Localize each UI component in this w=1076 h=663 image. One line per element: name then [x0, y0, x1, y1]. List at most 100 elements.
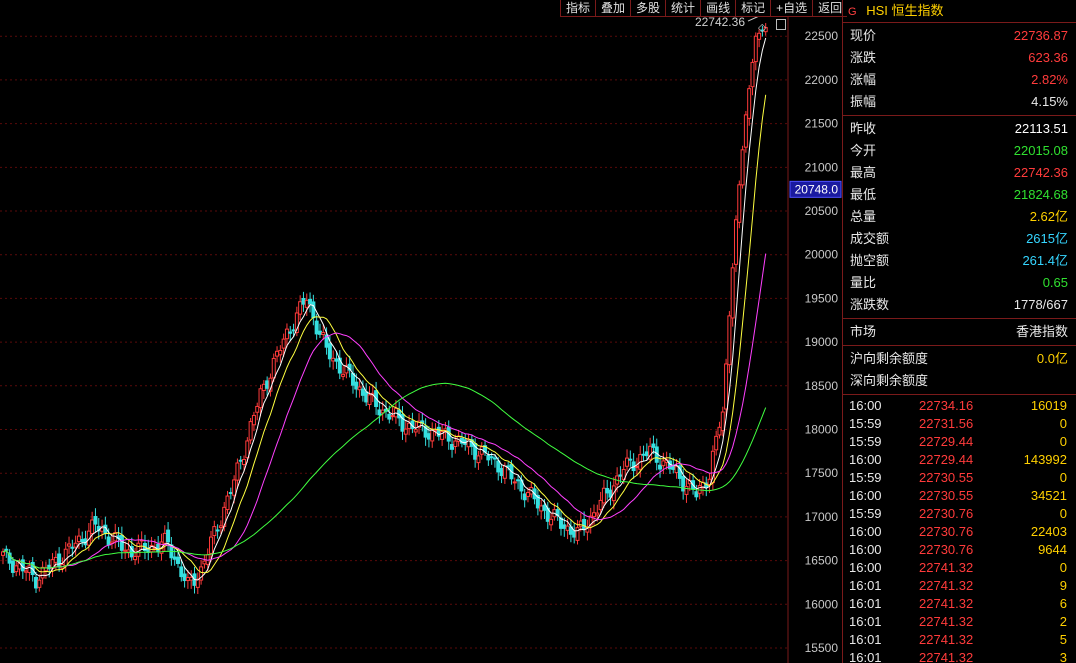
tick-price: 22730.55 [919, 488, 974, 503]
mark-button[interactable]: 标记 [735, 0, 771, 17]
quote-label: 现价 [850, 28, 877, 43]
quote-value: 623.36 [1028, 50, 1068, 65]
tick-price: 22741.32 [919, 614, 974, 629]
overlay-button[interactable]: 叠加 [595, 0, 631, 17]
indicator-button[interactable]: 指标 [560, 0, 596, 17]
candle-body [314, 320, 319, 335]
candle-body [720, 411, 725, 432]
candle-body [390, 415, 395, 418]
tick-volume: 0 [1059, 470, 1067, 485]
market-section: 市场 香港指数 [843, 319, 1076, 346]
stat-row: 昨收 22113.51 [843, 118, 1076, 140]
candle-body [601, 487, 606, 504]
candle-body [717, 426, 722, 436]
candle-body [681, 475, 686, 492]
candle-body [413, 429, 418, 433]
stat-label: 成交额 [850, 231, 890, 246]
quote-section: 现价 22736.87 涨跌 623.36 涨幅 2.82% 振幅 4.15% [843, 23, 1076, 116]
candle-body [499, 467, 504, 477]
y-tick-label: 19000 [805, 335, 839, 349]
chart-toolbar: 指标 叠加 多股 统计 画线 标记 +自选 返回 [560, 0, 848, 17]
quota-label: 深向剩余额度 [850, 373, 929, 388]
stat-row: 总量 2.62亿 [843, 206, 1076, 228]
candle-body [661, 460, 666, 467]
y-tick-label: 17000 [805, 510, 839, 524]
tick-row: 15:59 22731.56 0 [843, 415, 1076, 433]
candle-body [641, 453, 646, 456]
candle-body [360, 388, 365, 396]
quota-section: 沪向剩余额度 0.0亿 深向剩余额度 [843, 346, 1076, 395]
candle-body [489, 456, 494, 459]
candle-body [549, 518, 554, 526]
tick-volume: 5 [1059, 632, 1067, 647]
market-label: 市场 [850, 324, 877, 339]
candle-body [572, 530, 577, 538]
stat-value: 0.65 [1042, 275, 1068, 290]
tick-time: 16:00 [849, 398, 882, 413]
tick-list[interactable]: 16:00 22734.16 16019 15:59 22731.56 0 15:59 227… [843, 395, 1076, 663]
candle-body [578, 520, 583, 527]
instrument-title: HSI 恒生指数 [866, 3, 944, 18]
candle-body [255, 405, 260, 413]
tick-time: 16:00 [849, 560, 882, 575]
stat-label: 最高 [850, 165, 877, 180]
candle-body [291, 329, 296, 332]
candle-body [694, 491, 699, 498]
stat-label: 抛空额 [850, 253, 890, 268]
candle-body [496, 460, 501, 473]
y-tick-label: 19500 [805, 291, 839, 305]
candle-body [605, 488, 610, 494]
stats-section: 昨收 22113.51 今开 22015.08 最高 22742.36 最低 21824… [843, 116, 1076, 319]
market-value: 香港指数 [1015, 324, 1068, 339]
tick-row: 16:01 22741.32 6 [843, 595, 1076, 613]
statistics-button[interactable]: 统计 [665, 0, 701, 17]
candle-body [502, 465, 507, 479]
candle-body [450, 444, 455, 450]
candle-body [189, 576, 194, 581]
candle-body [542, 504, 547, 511]
tick-row: 16:01 22741.32 3 [843, 649, 1076, 663]
tick-volume: 16019 [1030, 398, 1067, 413]
candle-body [492, 457, 497, 460]
tick-row: 16:00 22734.16 16019 [843, 397, 1076, 415]
diamond-icon[interactable]: ◇ [758, 21, 766, 34]
tick-price: 22741.32 [919, 578, 974, 593]
stat-value: 22015.08 [1013, 143, 1068, 158]
candle-body [644, 451, 649, 457]
stat-label: 最低 [850, 187, 877, 202]
candle-body [126, 549, 131, 553]
candle-body [175, 556, 180, 564]
candle-body [242, 458, 247, 465]
quote-value: 2.82% [1031, 72, 1068, 87]
stat-row: 量比 0.65 [843, 272, 1076, 294]
candle-body [743, 114, 748, 148]
window-toggle-icon[interactable] [776, 19, 786, 30]
quote-value: 4.15% [1031, 94, 1068, 109]
tick-time: 16:01 [849, 614, 882, 629]
candle-body [14, 565, 19, 573]
candle-body [334, 358, 339, 362]
candle-body [426, 433, 431, 440]
y-tick-label: 20500 [805, 204, 839, 218]
tick-time: 15:59 [849, 506, 882, 521]
candle-body [209, 536, 214, 554]
kline-chart-area[interactable]: 22500 22000 21500 21000 20500 20000 19500 19000… [0, 17, 842, 663]
candle-body [37, 579, 42, 588]
candle-body [562, 524, 567, 529]
draw-line-button[interactable]: 画线 [700, 0, 736, 17]
stat-value: 22113.51 [1014, 121, 1068, 136]
g-marker: G [848, 6, 857, 18]
ma10-line [2, 94, 767, 574]
stat-row: 最高 22742.36 [843, 162, 1076, 184]
candle-body [225, 495, 230, 511]
candle-body [106, 536, 111, 546]
tick-volume: 22403 [1030, 524, 1067, 539]
multi-stock-button[interactable]: 多股 [630, 0, 666, 17]
tick-time: 16:00 [849, 488, 882, 503]
kline-chart[interactable]: 22500 22000 21500 21000 20500 20000 19500 19000… [0, 17, 842, 663]
add-watchlist-button[interactable]: +自选 [770, 0, 813, 17]
tick-price: 22741.32 [919, 596, 974, 611]
candle-body [625, 457, 630, 467]
candle-body [76, 535, 81, 543]
candle-body [331, 357, 336, 362]
